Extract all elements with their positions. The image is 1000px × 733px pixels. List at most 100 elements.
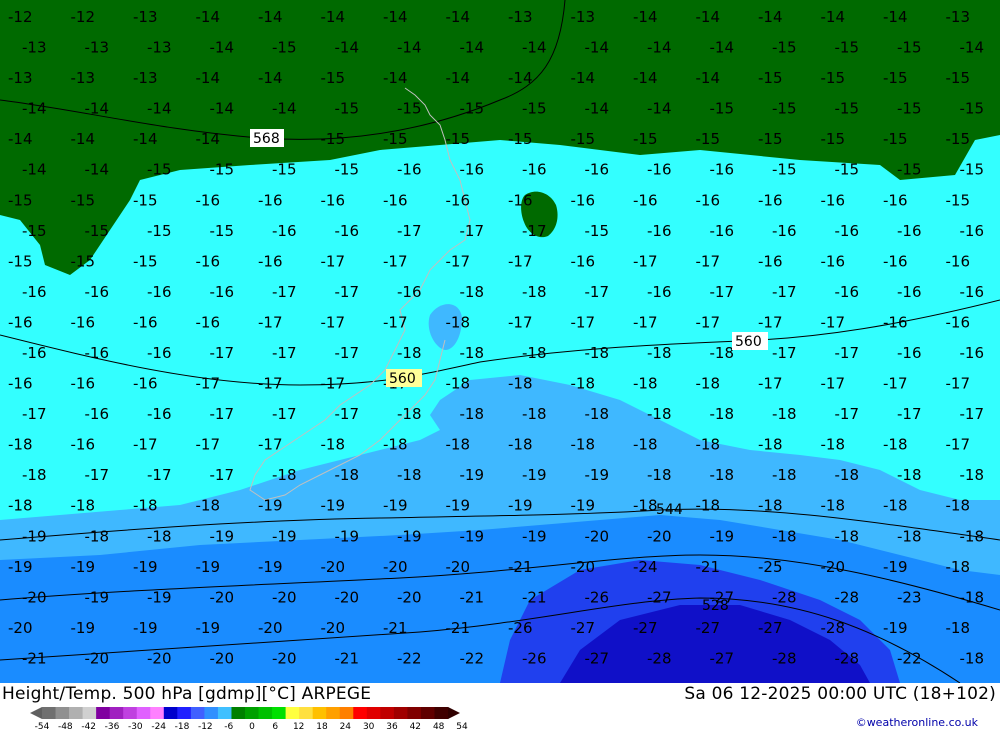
temperature-value: -18 — [397, 344, 422, 362]
temperature-value: -16 — [897, 344, 922, 362]
temperature-value: -15 — [897, 100, 922, 118]
temperature-value: -18 — [897, 466, 922, 484]
temperature-value: -16 — [946, 252, 971, 270]
temperature-value: -14 — [522, 39, 547, 57]
temperature-value: -16 — [22, 283, 47, 301]
temperature-value: -16 — [71, 436, 96, 454]
temperature-value: -16 — [835, 283, 860, 301]
legend-tick-label: 12 — [292, 722, 305, 732]
temperature-value: -19 — [460, 527, 485, 545]
temperature-value: -26 — [585, 588, 610, 606]
credit-link[interactable]: ©weatheronline.co.uk — [856, 716, 978, 729]
temperature-value: -15 — [272, 161, 297, 179]
temperature-value: -21 — [696, 558, 721, 576]
temperature-value: -21 — [522, 588, 547, 606]
temperature-value: -19 — [383, 497, 408, 515]
temperature-value: -18 — [22, 466, 47, 484]
temperature-value: -16 — [397, 283, 422, 301]
temperature-value: -20 — [397, 588, 422, 606]
legend-swatch — [163, 707, 178, 719]
temperature-value: -20 — [210, 650, 235, 668]
legend-swatch — [190, 707, 205, 719]
temperature-value: -19 — [210, 527, 235, 545]
temperature-value: -15 — [772, 39, 797, 57]
temperature-value: -20 — [383, 558, 408, 576]
temperature-value: -14 — [196, 69, 221, 87]
temperature-value: -14 — [383, 69, 408, 87]
temperature-value: -16 — [321, 191, 346, 209]
temperature-value: -17 — [85, 466, 110, 484]
legend-tick-label: 18 — [316, 722, 328, 732]
legend-tick-label: -6 — [224, 722, 234, 732]
temperature-value: -17 — [397, 222, 422, 240]
temperature-value: -17 — [835, 405, 860, 423]
temperature-value: -15 — [522, 100, 547, 118]
temperature-value: -16 — [821, 252, 846, 270]
temperature-value: -14 — [196, 130, 221, 148]
temperature-value: -15 — [758, 69, 783, 87]
legend-swatch — [285, 707, 300, 719]
legend-tick-label: -42 — [81, 722, 97, 732]
temperature-value: -13 — [22, 39, 47, 57]
temperature-value: -15 — [147, 161, 172, 179]
temperature-value: -17 — [196, 375, 221, 393]
temperature-value: -13 — [946, 8, 971, 26]
temperature-value: -17 — [758, 314, 783, 332]
temperature-value: -15 — [71, 191, 96, 209]
temperature-value: -16 — [758, 252, 783, 270]
temperature-value: -16 — [272, 222, 297, 240]
temperature-value: -16 — [397, 161, 422, 179]
temperature-value: -17 — [321, 375, 346, 393]
map-title: Height/Temp. 500 hPa [gdmp][°C] ARPEGE — [2, 684, 372, 704]
temperature-value: -15 — [960, 161, 985, 179]
legend-swatch — [312, 707, 327, 719]
temperature-value: -17 — [633, 314, 658, 332]
temperature-value: -18 — [883, 436, 908, 454]
legend-tick-label: -24 — [151, 722, 167, 732]
legend-tick-label: -18 — [174, 722, 190, 732]
temperature-value: -26 — [508, 619, 533, 637]
temperature-value: -20 — [258, 619, 283, 637]
temperature-value: -18 — [960, 650, 985, 668]
temperature-value: -14 — [696, 69, 721, 87]
temperature-value: -14 — [585, 39, 610, 57]
temperature-value: -13 — [508, 8, 533, 26]
temperature-value: -18 — [446, 375, 471, 393]
temperature-value: -17 — [321, 252, 346, 270]
temperature-value: -14 — [210, 100, 235, 118]
temperature-value: -15 — [883, 130, 908, 148]
legend-swatch — [109, 707, 124, 719]
temperature-value: -16 — [460, 161, 485, 179]
temperature-value: -20 — [821, 558, 846, 576]
temperature-value: -19 — [321, 497, 346, 515]
temperature-value: -20 — [321, 558, 346, 576]
temperature-value: -27 — [710, 650, 735, 668]
temperature-value: -20 — [647, 527, 672, 545]
temperature-value: -18 — [571, 436, 596, 454]
temperature-value: -18 — [758, 497, 783, 515]
legend-tick-label: 0 — [249, 722, 255, 732]
temperature-value: -16 — [696, 191, 721, 209]
temperature-value: -17 — [272, 283, 297, 301]
temperature-value: -15 — [835, 39, 860, 57]
temperature-value: -17 — [508, 252, 533, 270]
temperature-value: -18 — [8, 497, 33, 515]
temperature-value: -18 — [397, 405, 422, 423]
temperature-value: -14 — [696, 8, 721, 26]
temperature-value: -17 — [696, 314, 721, 332]
temperature-value: -17 — [960, 405, 985, 423]
temperature-value: -18 — [710, 466, 735, 484]
temperature-value: -18 — [946, 619, 971, 637]
temperature-value: -18 — [647, 344, 672, 362]
temperature-value: -18 — [946, 497, 971, 515]
temperature-value: -28 — [821, 619, 846, 637]
temperature-value: -14 — [446, 8, 471, 26]
legend-swatch — [353, 707, 368, 719]
temperature-value: -14 — [258, 69, 283, 87]
temperature-value: -16 — [147, 344, 172, 362]
temperature-value: -15 — [22, 222, 47, 240]
temperature-value: -21 — [335, 650, 360, 668]
temperature-value: -16 — [758, 191, 783, 209]
temperature-value: -17 — [210, 466, 235, 484]
temperature-value: -12 — [71, 8, 96, 26]
